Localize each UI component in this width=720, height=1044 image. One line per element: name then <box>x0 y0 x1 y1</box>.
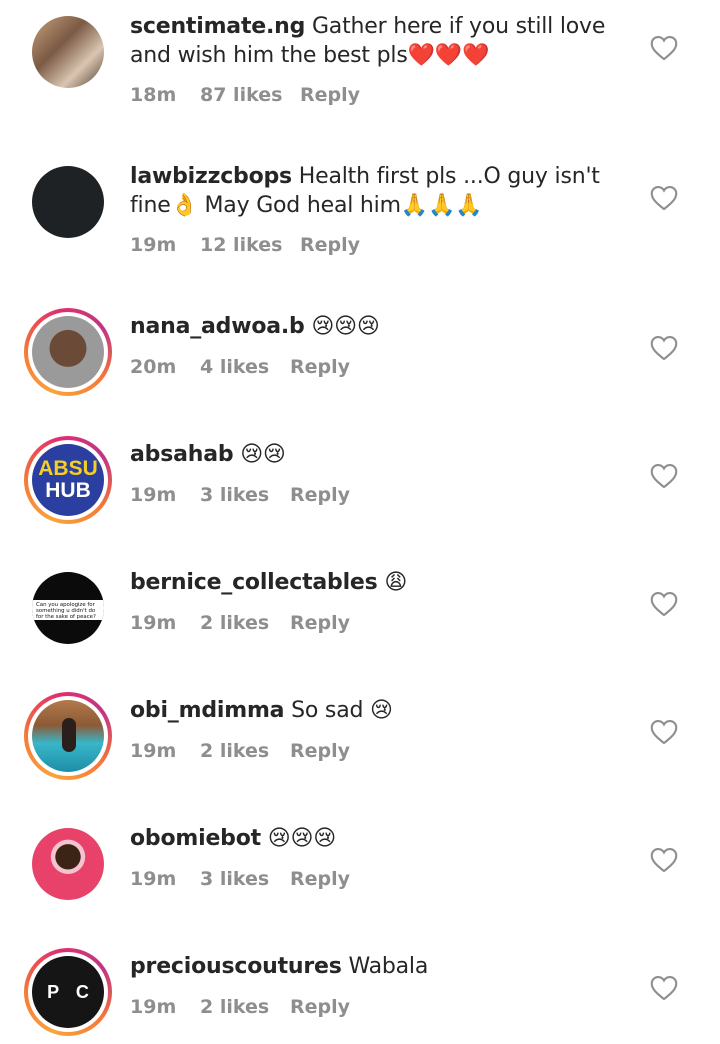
comment-meta: 18m 87 likes Reply <box>130 84 360 106</box>
comment-meta: 19m 2 likes Reply <box>130 612 350 634</box>
avatar-image <box>32 316 104 388</box>
reply-button[interactable]: Reply <box>290 612 350 634</box>
comment-meta: 20m 4 likes Reply <box>130 356 350 378</box>
avatar-image: ABSU HUB <box>32 444 104 516</box>
avatar-ring-gap: P C <box>28 952 108 1032</box>
avatar-caption: Can you apologize for something u didn't… <box>32 600 104 620</box>
avatar-image <box>32 16 104 88</box>
comment-body: 😢😢 <box>240 442 286 467</box>
comment-text-block: scentimate.ng Gather here if you still l… <box>130 12 630 70</box>
comment-time: 19m <box>130 740 177 762</box>
comment-meta: 19m 3 likes Reply <box>130 484 350 506</box>
comment-text-block: bernice_collectables 😩 <box>130 568 630 597</box>
heart-outline-icon[interactable] <box>650 335 678 361</box>
comment-time: 19m <box>130 484 177 506</box>
comment-username[interactable]: bernice_collectables <box>130 570 378 595</box>
avatar-logo-text: HUB <box>45 479 91 502</box>
comment-text-block: preciouscoutures Wabala <box>130 952 630 981</box>
avatar-ring-gap <box>28 696 108 776</box>
comment-time: 19m <box>130 996 177 1018</box>
reply-button[interactable]: Reply <box>290 740 350 762</box>
avatar[interactable]: Can you apologize for something u didn't… <box>24 564 112 652</box>
comment-username[interactable]: nana_adwoa.b <box>130 314 305 339</box>
reply-button[interactable]: Reply <box>300 84 360 106</box>
comment-body: Wabala <box>348 954 429 979</box>
comment-time: 20m <box>130 356 177 378</box>
avatar[interactable] <box>24 820 112 908</box>
avatar-ring-gap: ABSU HUB <box>28 440 108 520</box>
avatar[interactable] <box>24 158 112 246</box>
comment-body: So sad 😢 <box>291 698 393 723</box>
comment-meta: 19m 3 likes Reply <box>130 868 350 890</box>
avatar-image <box>32 828 104 900</box>
avatar-logo-text: P C <box>47 981 95 1002</box>
comment-body: 😢😢😢 <box>311 314 380 339</box>
reply-button[interactable]: Reply <box>300 234 360 256</box>
comment-text-block: obomiebot 😢😢😢 <box>130 824 630 853</box>
avatar-ring-gap <box>28 312 108 392</box>
comment-time: 18m <box>130 84 177 106</box>
comment-text-block: obi_mdimma So sad 😢 <box>130 696 630 725</box>
comment-meta: 19m 2 likes Reply <box>130 996 350 1018</box>
comment-username[interactable]: lawbizzcbops <box>130 164 292 189</box>
avatar-logo-text: ABSU <box>38 457 98 480</box>
avatar-image: Can you apologize for something u didn't… <box>32 572 104 644</box>
comment-likes[interactable]: 2 likes <box>200 612 290 634</box>
comment-likes[interactable]: 4 likes <box>200 356 290 378</box>
comment-username[interactable]: obomiebot <box>130 826 261 851</box>
comment-time: 19m <box>130 612 177 634</box>
comment-likes[interactable]: 12 likes <box>200 234 300 256</box>
heart-outline-icon[interactable] <box>650 847 678 873</box>
avatar[interactable]: ABSU HUB <box>24 436 112 524</box>
avatar-image: P C <box>32 956 104 1028</box>
avatar[interactable]: P C <box>24 948 112 1036</box>
avatar[interactable] <box>24 308 112 396</box>
comment-text-block: absahab 😢😢 <box>130 440 630 469</box>
heart-outline-icon[interactable] <box>650 975 678 1001</box>
reply-button[interactable]: Reply <box>290 996 350 1018</box>
heart-outline-icon[interactable] <box>650 463 678 489</box>
comment-username[interactable]: absahab <box>130 442 234 467</box>
comment-time: 19m <box>130 868 177 890</box>
comment-username[interactable]: obi_mdimma <box>130 698 285 723</box>
comment-meta: 19m 12 likes Reply <box>130 234 360 256</box>
comment-body: 😢😢😢 <box>267 826 336 851</box>
heart-outline-icon[interactable] <box>650 35 678 61</box>
comment-likes[interactable]: 2 likes <box>200 996 290 1018</box>
avatar[interactable] <box>24 8 112 96</box>
avatar-image <box>32 700 104 772</box>
comment-likes[interactable]: 87 likes <box>200 84 300 106</box>
heart-outline-icon[interactable] <box>650 185 678 211</box>
avatar[interactable] <box>24 692 112 780</box>
comment-text-block: lawbizzcbops Health first pls ...O guy i… <box>130 162 630 220</box>
comment-likes[interactable]: 3 likes <box>200 484 290 506</box>
reply-button[interactable]: Reply <box>290 484 350 506</box>
comment-username[interactable]: scentimate.ng <box>130 14 305 39</box>
heart-outline-icon[interactable] <box>650 591 678 617</box>
avatar-image <box>32 166 104 238</box>
comment-text-block: nana_adwoa.b 😢😢😢 <box>130 312 630 341</box>
comment-likes[interactable]: 2 likes <box>200 740 290 762</box>
comment-username[interactable]: preciouscoutures <box>130 954 342 979</box>
comment-body: 😩 <box>384 570 408 595</box>
comment-time: 19m <box>130 234 177 256</box>
avatar-figure <box>62 718 76 752</box>
heart-outline-icon[interactable] <box>650 719 678 745</box>
comment-meta: 19m 2 likes Reply <box>130 740 350 762</box>
reply-button[interactable]: Reply <box>290 868 350 890</box>
comment-likes[interactable]: 3 likes <box>200 868 290 890</box>
reply-button[interactable]: Reply <box>290 356 350 378</box>
